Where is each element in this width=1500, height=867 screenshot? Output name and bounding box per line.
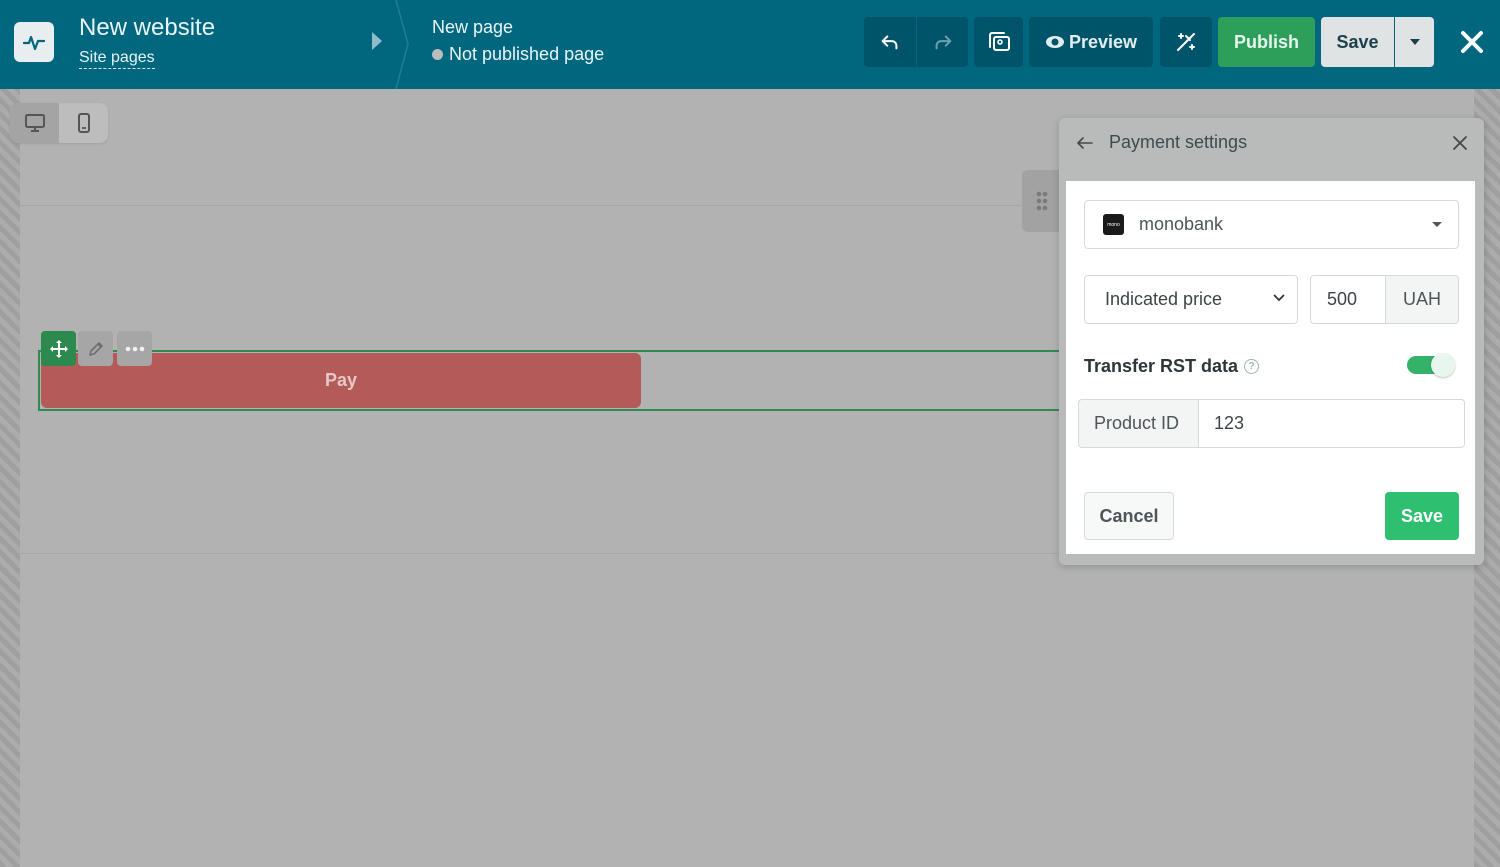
close-icon	[1453, 136, 1467, 150]
more-icon	[125, 346, 144, 351]
desktop-icon	[24, 114, 45, 132]
close-icon	[1461, 31, 1483, 53]
publish-button[interactable]: Publish	[1218, 17, 1315, 67]
product-id-label: Product ID	[1078, 399, 1199, 448]
redo-icon	[935, 35, 951, 50]
toggle-knob	[1431, 353, 1455, 377]
status-dot-icon	[432, 49, 443, 60]
mobile-view-button[interactable]	[59, 103, 108, 143]
caret-down-icon	[1432, 222, 1442, 227]
price-mode-select[interactable]: Indicated price	[1084, 275, 1298, 324]
undo-icon	[881, 35, 898, 50]
section-divider	[20, 553, 1060, 554]
transfer-rst-label: Transfer RST data ?	[1084, 356, 1260, 377]
payment-provider-select[interactable]: mono monobank	[1084, 200, 1459, 249]
media-icon	[988, 32, 1010, 51]
device-toggle	[10, 103, 108, 143]
save-button[interactable]: Save	[1321, 17, 1394, 67]
back-arrow-icon	[1077, 137, 1093, 149]
preview-button[interactable]: Preview	[1029, 17, 1153, 67]
drag-grip-icon	[1036, 191, 1048, 211]
panel-close-button[interactable]	[1450, 133, 1470, 153]
pulse-logo-icon[interactable]	[14, 22, 54, 62]
undo-button[interactable]	[864, 17, 916, 67]
page-status: Not published page	[432, 44, 604, 65]
site-title: New website	[79, 14, 216, 41]
panel-save-button[interactable]: Save	[1385, 492, 1459, 540]
redo-button[interactable]	[917, 17, 968, 67]
move-icon	[49, 339, 68, 358]
currency-label: UAH	[1385, 275, 1459, 324]
back-button[interactable]	[1075, 133, 1095, 153]
caret-down-icon	[1409, 39, 1420, 45]
mobile-icon	[77, 113, 90, 133]
desktop-view-button[interactable]	[10, 103, 59, 143]
help-icon[interactable]: ?	[1244, 359, 1260, 374]
price-input[interactable]: 500	[1310, 275, 1386, 324]
magic-tools-button[interactable]	[1160, 17, 1212, 67]
breadcrumb-arrow-icon	[372, 32, 382, 50]
transfer-rst-text: Transfer RST data	[1084, 356, 1239, 376]
panel-drag-handle[interactable]	[1022, 170, 1062, 232]
preview-label: Preview	[1068, 31, 1138, 52]
cancel-button[interactable]: Cancel	[1084, 492, 1174, 540]
section-divider	[20, 205, 1060, 206]
product-id-input[interactable]: 123	[1198, 399, 1465, 448]
save-options-button[interactable]	[1395, 17, 1434, 67]
more-options-button[interactable]	[117, 331, 152, 366]
breadcrumb-divider	[395, 0, 409, 89]
page-title[interactable]: New page	[432, 17, 513, 38]
move-block-button[interactable]	[41, 331, 76, 366]
close-editor-button[interactable]	[1456, 26, 1488, 58]
edit-block-button[interactable]	[78, 331, 113, 366]
media-button[interactable]	[974, 17, 1023, 67]
provider-name: monobank	[1139, 214, 1224, 234]
top-bar: New website Site pages New page Not publ…	[0, 0, 1500, 89]
canvas-margin-left	[0, 89, 20, 867]
page-status-text: Not published page	[449, 44, 605, 64]
magic-icon	[1177, 33, 1195, 51]
panel-title: Payment settings	[1109, 132, 1248, 152]
eye-icon	[1045, 36, 1064, 48]
monobank-logo: mono	[1103, 214, 1124, 235]
pencil-icon	[88, 341, 103, 356]
price-mode-value: Indicated price	[1105, 289, 1223, 309]
chevron-down-icon	[1273, 294, 1285, 302]
transfer-rst-toggle[interactable]	[1407, 353, 1455, 377]
site-pages-link[interactable]: Site pages	[79, 49, 155, 69]
